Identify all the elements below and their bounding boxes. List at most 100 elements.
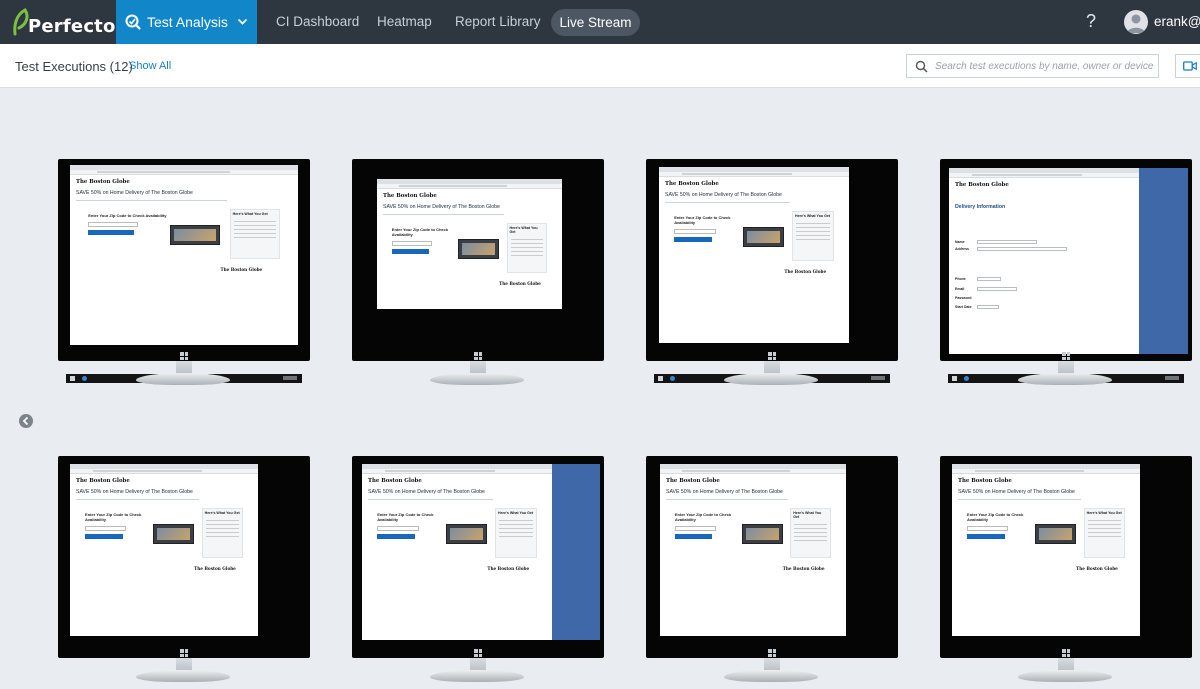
preview-sidebar-title: Here's What You Get (795, 214, 831, 218)
test-analysis-icon (125, 14, 141, 30)
preview-form-address: Address (955, 247, 970, 251)
preview-form-start: Start Date (955, 305, 972, 309)
preview-headline: SAVE 50% on Home Delivery of The Boston … (383, 204, 500, 210)
preview-zip-prompt: Enter Your Zip Code to Check Availabilit… (391, 227, 449, 237)
desktop-wallpaper (552, 464, 600, 640)
device-screen[interactable]: The Boston Globe Delivery Information Na… (949, 168, 1139, 354)
search-input[interactable] (935, 58, 1155, 74)
preview-devices-image (1034, 524, 1077, 544)
monitor-stand-base (724, 373, 818, 385)
monitor-stand-base (1018, 373, 1112, 385)
preview-headline: SAVE 50% on Home Delivery of The Boston … (665, 192, 782, 198)
preview-zip-prompt: Enter Your Zip Code to Check Availabilit… (88, 213, 167, 218)
chevron-left-icon (22, 416, 29, 426)
preview-masthead: The Boston Globe (383, 193, 437, 199)
preview-sidebar-title: Here's What You Get (793, 511, 822, 519)
preview-masthead: The Boston Globe (76, 478, 130, 484)
device-screen[interactable]: The Boston Globe SAVE 50% on Home Delive… (362, 464, 552, 640)
device-monitor[interactable]: The Boston Globe SAVE 50% on Home Delive… (940, 456, 1192, 688)
monitor-stand-base (430, 670, 524, 682)
device-screen[interactable]: The Boston Globe SAVE 50% on Home Delive… (660, 464, 846, 636)
search-box[interactable] (906, 54, 1159, 78)
show-all-link[interactable]: Show All (129, 60, 171, 72)
chevron-down-icon (237, 18, 248, 25)
nav-ci-dashboard[interactable]: CI Dashboard (276, 14, 359, 29)
user-avatar-icon[interactable] (1124, 10, 1148, 34)
device-monitor[interactable]: The Boston Globe Delivery Information Na… (940, 159, 1192, 391)
preview-footer-logo: The Boston Globe (784, 269, 827, 274)
windows-logo-icon (1062, 352, 1070, 360)
video-camera-icon (1183, 61, 1197, 71)
device-monitor[interactable]: The Boston Globe SAVE 50% on Home Delive… (58, 159, 310, 391)
preview-zip-prompt: Enter Your Zip Code to Check Availabilit… (967, 512, 1024, 522)
preview-devices-image (445, 524, 488, 544)
monitor-stand-base (136, 373, 230, 385)
device-monitor[interactable]: The Boston Globe SAVE 50% on Home Delive… (352, 456, 604, 688)
preview-masthead: The Boston Globe (955, 182, 1009, 188)
preview-zip-prompt: Enter Your Zip Code to Check Availabilit… (377, 512, 434, 522)
preview-sidebar-title: Here's What You Get (509, 226, 538, 234)
preview-devices-image (742, 227, 785, 247)
windows-logo-icon (180, 649, 188, 657)
monitor-stand-base (1018, 670, 1112, 682)
preview-zip-prompt: Enter Your Zip Code to Check Availabilit… (85, 512, 142, 522)
preview-footer-logo: The Boston Globe (782, 566, 825, 571)
preview-footer-logo: The Boston Globe (220, 267, 263, 272)
device-monitor[interactable]: The Boston Globe SAVE 50% on Home Delive… (646, 159, 898, 391)
preview-sidebar-title: Here's What You Get (204, 511, 240, 515)
device-monitor[interactable]: The Boston Globe SAVE 50% on Home Delive… (646, 456, 898, 688)
preview-headline: SAVE 50% on Home Delivery of The Boston … (368, 489, 485, 495)
windows-logo-icon (474, 352, 482, 360)
device-screen[interactable]: The Boston Globe SAVE 50% on Home Delive… (377, 179, 562, 309)
preview-devices-image (170, 225, 221, 245)
preview-sidebar-title: Here's What You Get (1086, 511, 1122, 515)
preview-headline: SAVE 50% on Home Delivery of The Boston … (666, 489, 783, 495)
preview-masthead: The Boston Globe (368, 478, 422, 484)
top-navigation-bar: Perfecto Test Analysis CI Dashboard Heat… (0, 0, 1200, 44)
preview-devices-image (458, 239, 500, 259)
preview-footer-logo: The Boston Globe (1076, 566, 1118, 571)
preview-zip-prompt: Enter Your Zip Code to Check Availabilit… (674, 215, 731, 225)
preview-masthead: The Boston Globe (666, 478, 720, 484)
preview-headline: SAVE 50% on Home Delivery of The Boston … (958, 489, 1075, 495)
preview-devices-image (741, 524, 783, 544)
preview-headline: SAVE 50% on Home Delivery of The Boston … (76, 489, 193, 495)
executions-title: Test Executions (12) (15, 59, 133, 74)
device-screen[interactable]: The Boston Globe SAVE 50% on Home Delive… (952, 464, 1140, 636)
device-screen[interactable]: The Boston Globe SAVE 50% on Home Delive… (659, 167, 849, 343)
preview-form-name: Name (955, 240, 965, 244)
logo-text: Perfecto (28, 15, 116, 37)
preview-form-password: Password (955, 296, 972, 300)
desktop-wallpaper (1139, 168, 1188, 354)
preview-form-phone: Phone (955, 277, 966, 281)
windows-logo-icon (768, 352, 776, 360)
product-label: Test Analysis (147, 14, 228, 30)
help-button[interactable]: ? (1086, 11, 1096, 32)
video-button[interactable] (1175, 54, 1200, 78)
preview-zip-prompt: Enter Your Zip Code to Check Availabilit… (674, 512, 732, 522)
preview-headline: SAVE 50% on Home Delivery of The Boston … (76, 190, 193, 196)
device-monitor[interactable]: The Boston Globe SAVE 50% on Home Delive… (352, 159, 604, 391)
carousel-prev-button[interactable] (19, 414, 33, 428)
device-monitor[interactable]: The Boston Globe SAVE 50% on Home Delive… (58, 456, 310, 688)
monitor-stand-base (430, 373, 524, 385)
nav-live-stream[interactable]: Live Stream (551, 9, 640, 36)
preview-form-title: Delivery Information (955, 204, 1006, 210)
windows-logo-icon (1062, 649, 1070, 657)
product-switcher[interactable]: Test Analysis (116, 0, 257, 44)
search-icon (915, 60, 928, 73)
preview-footer-logo: The Boston Globe (499, 281, 541, 286)
username[interactable]: erank@p (1154, 14, 1200, 29)
preview-sidebar-title: Here's What You Get (498, 511, 534, 515)
nav-heatmap[interactable]: Heatmap (377, 14, 432, 29)
preview-masthead: The Boston Globe (958, 478, 1012, 484)
perfecto-logo[interactable]: Perfecto (10, 6, 116, 38)
preview-footer-logo: The Boston Globe (194, 566, 236, 571)
windows-logo-icon (474, 649, 482, 657)
device-screen[interactable]: The Boston Globe SAVE 50% on Home Delive… (70, 165, 298, 345)
windows-logo-icon (768, 649, 776, 657)
preview-footer-logo: The Boston Globe (487, 566, 530, 571)
nav-report-library[interactable]: Report Library (455, 14, 541, 29)
device-screen[interactable]: The Boston Globe SAVE 50% on Home Delive… (70, 464, 258, 636)
monitor-stand-base (724, 670, 818, 682)
